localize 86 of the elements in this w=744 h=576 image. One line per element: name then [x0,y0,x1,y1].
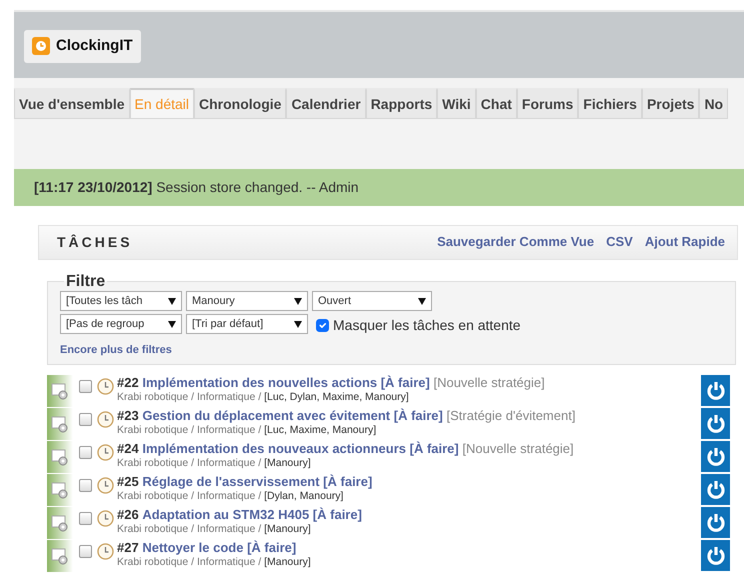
dropdown[interactable]: Ouvert [312,291,432,312]
caret-icon [294,320,302,328]
task-menu[interactable] [47,474,73,506]
task-path: Krabi robotique / Informatique / [Dylan, Manoury] [117,490,344,504]
task-link[interactable]: Implémentation des nouveaux actionneurs [À faire] [142,441,459,456]
timer-icon[interactable] [97,411,114,428]
task-path: Krabi robotique / Informatique / [Luc, Dylan, Maxime, Manoury] [117,391,410,404]
timer-icon[interactable] [97,510,114,528]
power-icon [704,478,726,501]
task-title: #27 Nettoyer le code [À faire] [117,540,298,556]
task-menu[interactable] [47,441,73,474]
filter-legend: Filtre [64,272,108,292]
task-path: Krabi robotique / Informatique / [Manoury] [117,556,311,570]
task-title: #25 Réglage de l'asservissement [À faire] [117,474,372,490]
dropdown[interactable]: [Toutes les tâch [60,291,182,312]
power-icon [704,544,726,567]
gear-icon [51,547,69,566]
power-button[interactable] [701,540,730,572]
task-link[interactable]: Adaptation au STM32 H405 [À faire] [142,507,362,522]
task-menu[interactable] [47,408,73,440]
gear-icon [51,514,69,532]
gear-icon [51,448,69,466]
gear-icon [51,415,69,434]
checkbox-label: Masquer les tâches en attente [333,316,521,336]
timer-icon[interactable] [97,378,114,396]
nav-tab[interactable]: Forums [516,88,578,119]
checkbox[interactable] [79,479,92,492]
nav-tab[interactable]: Chronologie [194,88,286,119]
task-path: Krabi robotique / Informatique / [Manoury] [117,457,312,470]
power-button[interactable] [701,441,730,472]
caret-icon [418,298,426,305]
checkbox[interactable] [316,319,329,332]
caret-icon [168,298,176,305]
checkbox[interactable] [79,413,92,426]
checkbox[interactable] [79,380,92,394]
task-link[interactable]: Réglage de l'asservissement [À faire] [142,474,372,490]
timer-icon[interactable] [97,477,114,494]
panel-title: TÂCHES [57,232,133,252]
nav-tab[interactable]: Wiki [437,88,476,119]
power-button[interactable] [701,474,730,506]
power-icon [704,512,726,534]
power-icon [704,380,726,402]
caret-icon [168,320,176,328]
task-link[interactable]: Gestion du déplacement avec évitement [À faire] [142,408,443,424]
nav-tab[interactable]: Vue d'ensemble [14,88,130,119]
task-title: #26 Adaptation au STM32 H405 [À faire] [117,507,362,524]
timer-icon[interactable] [97,444,114,462]
task-link[interactable]: Implémentation des nouvelles actions [À faire] [142,375,430,390]
more-filters-link[interactable]: Encore plus de filtres [60,344,172,356]
power-button[interactable] [701,375,730,406]
power-button[interactable] [701,408,730,440]
nav-tab[interactable]: Projets [642,88,700,119]
checkbox[interactable] [79,446,92,460]
nav-tab[interactable]: No [699,88,728,119]
logo[interactable]: ClockingIT [24,30,141,62]
header-link[interactable]: CSV [606,234,633,249]
clock-icon [32,37,50,56]
dropdown[interactable]: [Pas de regroup [60,314,182,334]
task-menu[interactable] [47,540,73,572]
nav-tab[interactable]: Calendrier [286,88,366,119]
power-icon [704,446,726,468]
gear-icon [51,382,69,400]
task-title: #23 Gestion du déplacement avec évitement [À faire] [Stratégie d'évitement] [117,408,576,424]
power-icon [704,412,726,435]
task-title: #22 Implémentation des nouvelles actions [À faire] [Nouvelle stratégie] [117,375,545,392]
checkbox[interactable] [79,545,92,558]
gear-icon [51,481,69,500]
dropdown[interactable]: Manoury [186,291,308,312]
nav-tab[interactable]: Fichiers [578,88,642,119]
dropdown[interactable]: [Tri par défaut] [186,314,308,334]
flash-message: [11:17 23/10/2012] Session store changed. -- Admin [14,169,744,206]
task-title: #24 Implémentation des nouveaux actionneurs [À faire] [Nouvelle stratégie] [117,441,574,458]
task-path: Krabi robotique / Informatique / [Luc, Maxime, Manoury] [117,424,378,438]
header-link[interactable]: Sauvegarder Comme Vue [437,234,594,249]
caret-icon [294,298,302,305]
nav-tab[interactable]: Rapports [366,88,438,119]
task-menu[interactable] [47,507,73,540]
task-link[interactable]: Nettoyer le code [À faire] [142,540,296,556]
timer-icon[interactable] [97,543,114,560]
task-path: Krabi robotique / Informatique / [Manoury] [117,523,312,536]
header-link[interactable]: Ajout Rapide [644,234,725,249]
checkbox[interactable] [79,512,92,526]
nav-tab[interactable]: Chat [476,88,517,119]
logo-text: ClockingIT [56,36,133,56]
power-button[interactable] [701,507,730,538]
task-menu[interactable] [47,375,73,408]
